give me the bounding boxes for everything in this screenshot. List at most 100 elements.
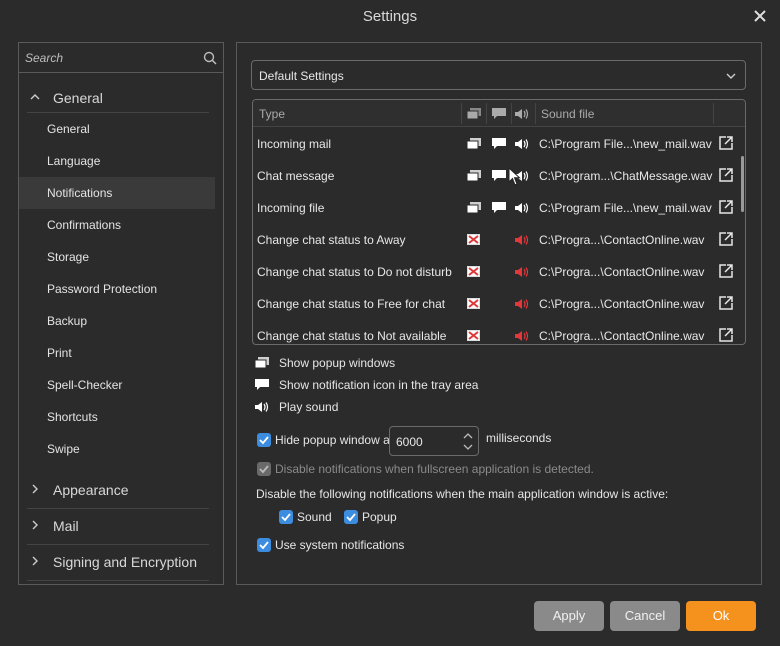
hide-popup-duration-input[interactable] (396, 434, 446, 450)
disable-sound-checkbox[interactable] (279, 510, 293, 524)
popup-disabled-icon[interactable] (467, 330, 481, 342)
table-row[interactable]: Change chat status to Free for chat C:\Pr… (253, 288, 737, 320)
row-type: Change chat status to Do not disturb (257, 265, 452, 279)
table-row[interactable]: Change chat status to Not available C:\Pr… (253, 320, 737, 344)
close-button[interactable] (750, 6, 770, 26)
mouse-cursor-icon (508, 167, 521, 186)
search-box (19, 43, 223, 73)
table-row[interactable]: Incoming file C:\Program File...\new_mail… (253, 192, 737, 224)
search-input[interactable] (25, 49, 200, 67)
close-icon (754, 10, 766, 22)
row-type: Incoming file (257, 201, 325, 215)
row-type: Change chat status to Free for chat (257, 297, 446, 311)
row-sound-file: C:\Program...\ChatMessage.wav (539, 169, 713, 183)
search-icon[interactable] (203, 51, 217, 65)
table-row[interactable]: Incoming mail C:\Program File...\new_mail… (253, 128, 737, 160)
notifications-table: Type Sound file Incoming mail C:\Program … (252, 99, 746, 345)
row-sound-file: C:\Progra...\ContactOnline.wav (539, 233, 705, 247)
open-external-icon[interactable] (719, 328, 733, 342)
disable-popup-checkbox[interactable] (344, 510, 358, 524)
disable-sound-label: Sound (297, 510, 332, 524)
sidebar-group-mail[interactable]: Mail (27, 509, 209, 545)
fullscreen-disable-checkbox[interactable] (257, 462, 271, 476)
sidebar-item-swipe[interactable]: Swipe (19, 433, 215, 465)
sidebar-item-shortcuts[interactable]: Shortcuts (19, 401, 215, 433)
speaker-disabled-icon[interactable] (515, 298, 531, 310)
speaker-disabled-icon[interactable] (515, 266, 531, 278)
cancel-button[interactable]: Cancel (610, 601, 680, 631)
hide-popup-duration-spinner[interactable] (389, 426, 479, 456)
title-bar: Settings (0, 0, 780, 34)
hide-popup-checkbox[interactable] (257, 433, 271, 447)
system-notifications-checkbox[interactable] (257, 538, 271, 552)
table-row[interactable]: Change chat status to Do not disturb C:\P… (253, 256, 737, 288)
table-scrollbar[interactable] (741, 156, 744, 212)
legend-tray-label: Show notification icon in the tray area (279, 378, 479, 392)
open-external-icon[interactable] (719, 136, 733, 150)
sidebar-group-general[interactable]: General (27, 81, 209, 113)
open-external-icon[interactable] (719, 232, 733, 246)
popup-window-icon (467, 108, 481, 120)
table-row[interactable]: Change chat status to Away C:\Progra...\C… (253, 224, 737, 256)
sidebar-item-confirmations[interactable]: Confirmations (19, 209, 215, 241)
sidebar-item-backup[interactable]: Backup (19, 305, 215, 337)
profile-select-value: Default Settings (259, 69, 344, 83)
chevron-up-icon (30, 94, 40, 100)
spin-up-icon[interactable] (463, 431, 473, 441)
speaker-icon (515, 109, 529, 119)
sidebar-group-label: Mail (53, 518, 79, 534)
ok-button[interactable]: Ok (686, 601, 756, 631)
chevron-down-icon (726, 73, 736, 79)
sidebar-group-signing[interactable]: Signing and Encryption (27, 545, 209, 581)
row-type: Chat message (257, 169, 335, 183)
open-external-icon[interactable] (719, 296, 733, 310)
sidebar-item-spell-checker[interactable]: Spell-Checker (19, 369, 215, 401)
popup-window-icon[interactable] (467, 170, 481, 182)
checkmark-icon (259, 541, 269, 550)
row-type: Change chat status to Away (257, 233, 406, 247)
sidebar-group-label: General (53, 90, 103, 106)
sidebar-item-storage[interactable]: Storage (19, 241, 215, 273)
table-row[interactable]: Chat message C:\Program...\ChatMessage.wa… (253, 160, 737, 192)
popup-window-icon[interactable] (467, 138, 481, 150)
row-sound-file: C:\Program File...\new_mail.wav (539, 201, 712, 215)
open-external-icon[interactable] (719, 168, 733, 182)
tray-notification-icon (492, 108, 506, 119)
sidebar-item-print[interactable]: Print (19, 337, 215, 369)
sidebar-item-notifications[interactable]: Notifications (19, 177, 215, 209)
sidebar-group-label: Appearance (53, 482, 129, 498)
chevron-right-icon (32, 520, 38, 530)
table-header: Type Sound file (253, 100, 745, 127)
speaker-icon (255, 402, 269, 412)
open-external-icon[interactable] (719, 264, 733, 278)
hide-popup-label: Hide popup window after (275, 433, 408, 447)
checkmark-icon (259, 465, 269, 474)
tray-notification-icon[interactable] (492, 202, 506, 214)
popup-disabled-icon[interactable] (467, 234, 481, 246)
spin-down-icon[interactable] (463, 442, 473, 452)
sidebar-item-password-protection[interactable]: Password Protection (19, 273, 215, 305)
column-header-type: Type (259, 107, 286, 121)
chevron-right-icon (32, 556, 38, 566)
profile-select[interactable]: Default Settings (251, 60, 746, 90)
speaker-disabled-icon[interactable] (515, 234, 531, 246)
apply-button[interactable]: Apply (534, 601, 604, 631)
sidebar-item-language[interactable]: Language (19, 145, 215, 177)
sidebar-group-appearance[interactable]: Appearance (27, 473, 209, 509)
tray-notification-icon (255, 379, 269, 390)
sidebar: General General Language Notifications C… (18, 42, 224, 585)
tray-notification-icon[interactable] (492, 138, 506, 150)
speaker-disabled-icon[interactable] (515, 330, 531, 342)
tray-notification-icon[interactable] (492, 170, 506, 182)
legend-sound-label: Play sound (279, 400, 339, 414)
legend-popup-label: Show popup windows (279, 356, 396, 370)
popup-window-icon[interactable] (467, 202, 481, 214)
speaker-icon[interactable] (515, 138, 531, 150)
popup-disabled-icon[interactable] (467, 298, 481, 310)
system-notifications-label: Use system notifications (275, 538, 405, 552)
popup-disabled-icon[interactable] (467, 266, 481, 278)
sidebar-item-general[interactable]: General (19, 113, 215, 145)
speaker-icon[interactable] (515, 202, 531, 214)
checkmark-icon (259, 436, 269, 445)
open-external-icon[interactable] (719, 200, 733, 214)
